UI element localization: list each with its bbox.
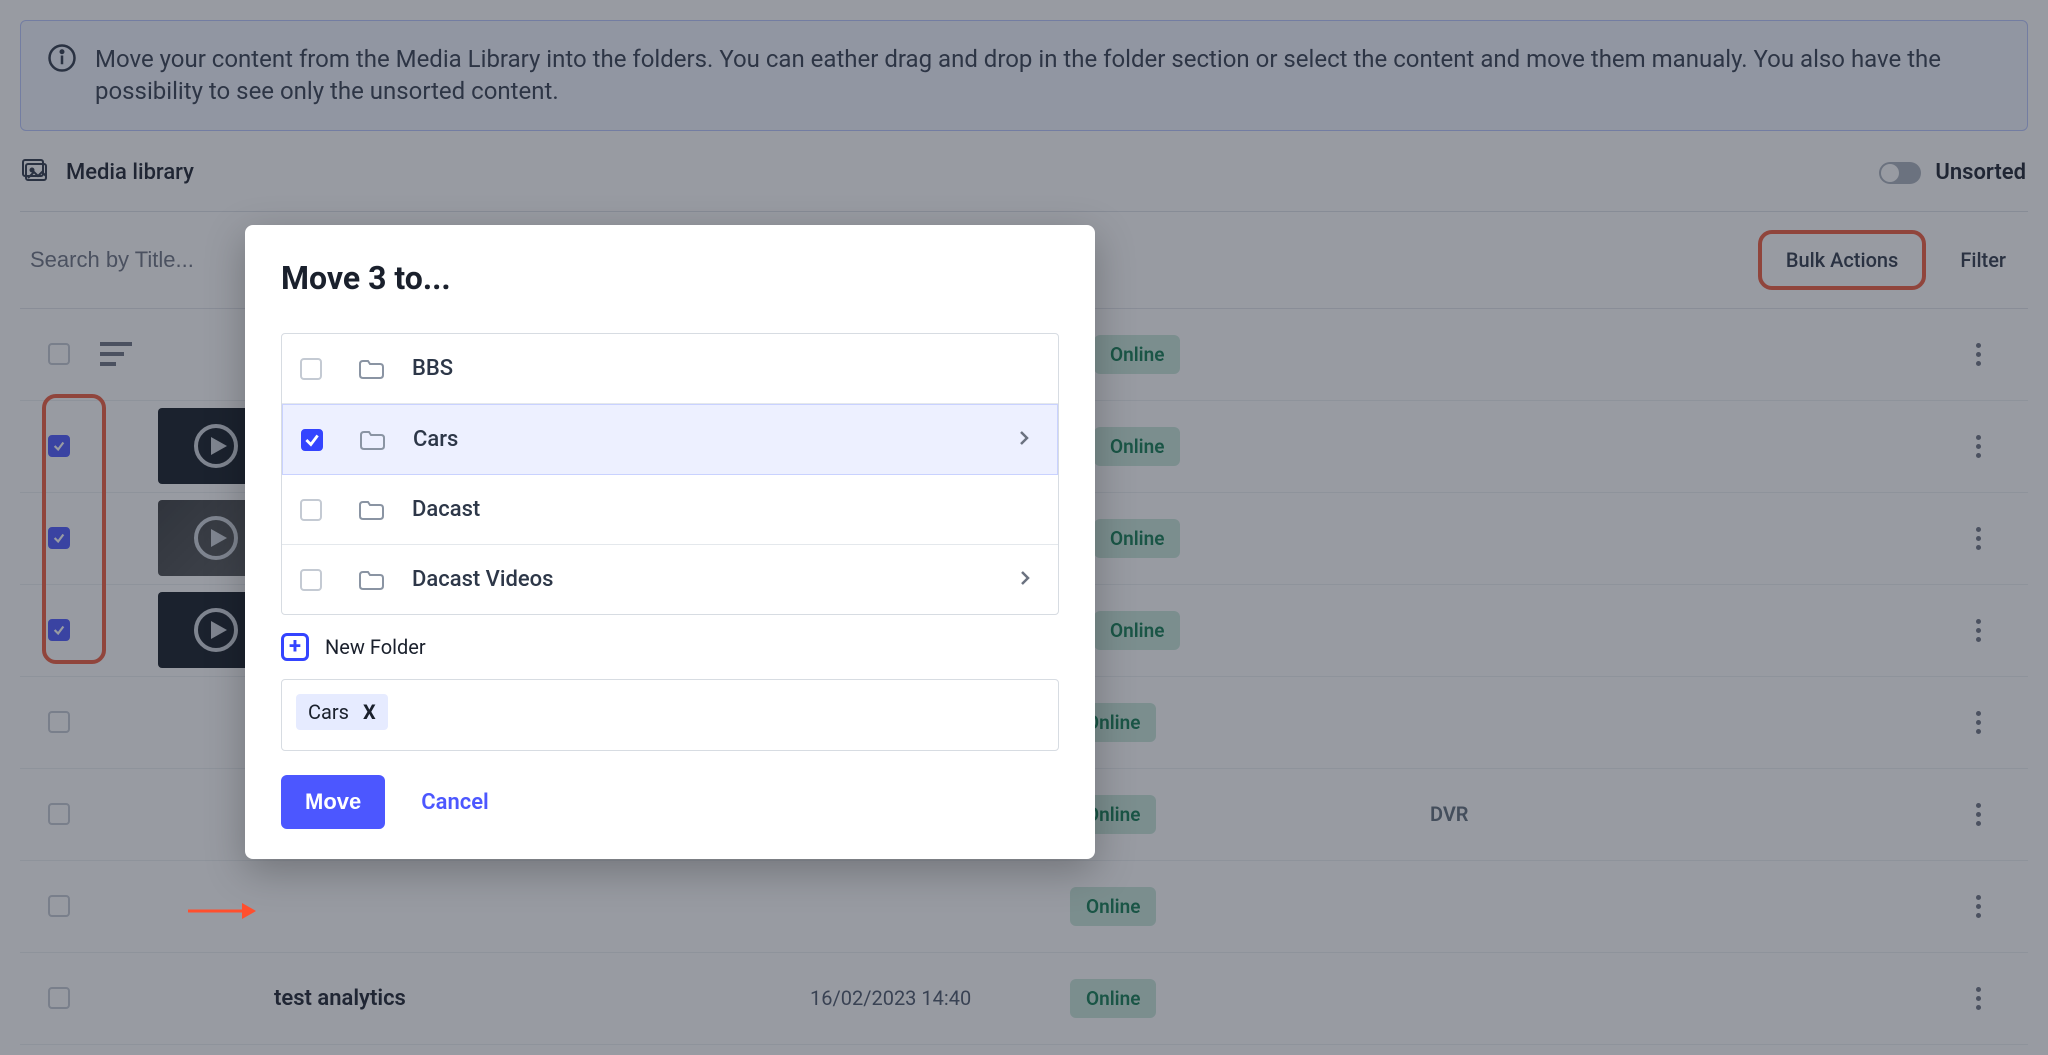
new-folder-label: New Folder (325, 635, 426, 659)
folder-icon (358, 499, 384, 521)
folder-row[interactable]: BBS (282, 334, 1058, 404)
destination-chip: Cars X (296, 694, 388, 730)
plus-icon: + (281, 633, 309, 661)
folder-icon (359, 429, 385, 451)
arrow-annotation (186, 898, 256, 928)
folder-icon (358, 569, 384, 591)
folder-checkbox[interactable] (300, 499, 322, 521)
folder-checkbox[interactable] (300, 358, 322, 380)
chevron-right-icon[interactable] (1016, 569, 1034, 591)
folder-name: BBS (412, 356, 1034, 381)
folder-row[interactable]: Dacast (282, 475, 1058, 545)
new-folder-button[interactable]: + New Folder (281, 633, 1059, 661)
chip-remove-icon[interactable]: X (363, 700, 376, 724)
move-modal: Move 3 to... BBSCarsDacastDacast Videos … (245, 225, 1095, 859)
folder-checkbox[interactable] (300, 569, 322, 591)
folder-icon (358, 358, 384, 380)
folder-row[interactable]: Dacast Videos (282, 545, 1058, 614)
modal-title: Move 3 to... (281, 259, 1059, 297)
move-button[interactable]: Move (281, 775, 385, 829)
folder-checkbox[interactable] (301, 429, 323, 451)
folder-name: Dacast Videos (412, 567, 1016, 592)
chevron-right-icon[interactable] (1015, 429, 1033, 451)
selected-destination-box: Cars X (281, 679, 1059, 751)
folder-name: Cars (413, 427, 1015, 452)
folder-name: Dacast (412, 497, 1034, 522)
folder-row[interactable]: Cars (282, 404, 1058, 475)
chip-label: Cars (308, 700, 349, 724)
folder-list: BBS Cars Dacast Dacast Videos (281, 333, 1059, 615)
cancel-button[interactable]: Cancel (421, 790, 489, 815)
